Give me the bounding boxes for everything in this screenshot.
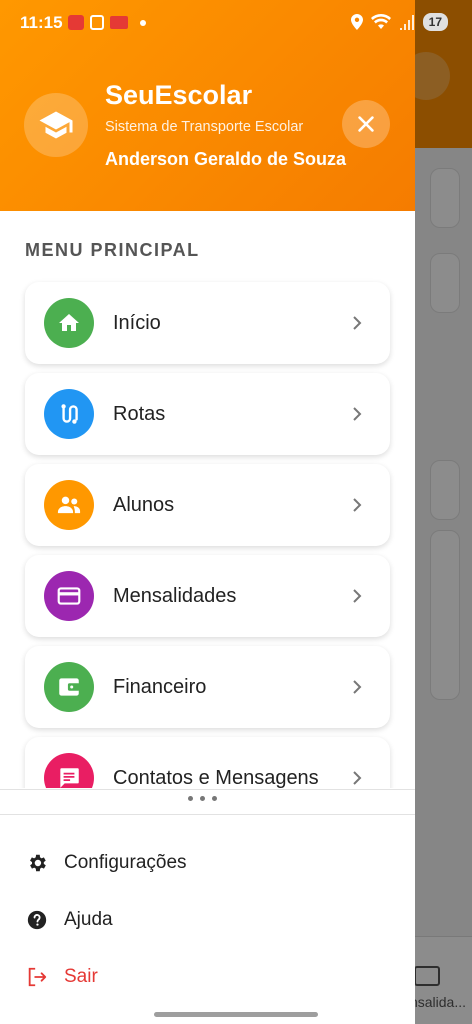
location-icon bbox=[350, 14, 363, 30]
menu-icon-circle bbox=[44, 753, 94, 788]
menu-item-rotas[interactable]: Rotas bbox=[25, 373, 390, 455]
menu-icon-circle bbox=[44, 298, 94, 348]
configuracoes-label: Configurações bbox=[64, 852, 187, 873]
menu-item-label: Alunos bbox=[113, 493, 175, 516]
more-dots-icon bbox=[188, 796, 217, 801]
ajuda-button[interactable]: Ajuda bbox=[25, 905, 113, 935]
route-icon bbox=[61, 404, 78, 424]
close-drawer-button[interactable] bbox=[342, 100, 390, 148]
robot-icon bbox=[90, 15, 104, 30]
logout-icon bbox=[25, 965, 49, 989]
camera-icon bbox=[110, 16, 128, 29]
signal-icon bbox=[399, 15, 414, 30]
chevron-right-icon bbox=[348, 678, 366, 696]
battery-indicator: 17 bbox=[422, 13, 448, 31]
menu-item-label: Rotas bbox=[113, 402, 166, 425]
sair-label: Sair bbox=[64, 966, 98, 987]
ajuda-label: Ajuda bbox=[64, 909, 113, 930]
status-time: 11:15 bbox=[20, 13, 63, 32]
chevron-right-icon bbox=[348, 587, 366, 605]
help-icon bbox=[25, 908, 49, 932]
app-notification-icon bbox=[68, 15, 84, 30]
user-name: Anderson Geraldo de Souza bbox=[105, 149, 347, 169]
menu-icon-circle bbox=[44, 571, 94, 621]
wifi-icon bbox=[370, 14, 391, 29]
graduation-cap-icon bbox=[39, 111, 73, 139]
menu-icon-circle bbox=[44, 662, 94, 712]
menu-item-label: Financeiro bbox=[113, 675, 207, 698]
section-title: MENU PRINCIPAL bbox=[25, 240, 200, 260]
menu-item-alunos[interactable]: Alunos bbox=[25, 464, 390, 546]
chevron-right-icon bbox=[348, 769, 366, 787]
gear-icon bbox=[25, 851, 49, 875]
home-indicator[interactable] bbox=[154, 1012, 318, 1017]
menu-item-label: Início bbox=[113, 311, 161, 334]
menu-list[interactable]: Início Rotas Alunos Mensalidades Finance… bbox=[0, 270, 415, 788]
chevron-right-icon bbox=[348, 405, 366, 423]
system-icons: 17 bbox=[350, 13, 448, 31]
people-icon bbox=[57, 496, 81, 514]
menu-item-financeiro[interactable]: Financeiro bbox=[25, 646, 390, 728]
menu-icon-circle bbox=[44, 389, 94, 439]
app-subtitle: Sistema de Transporte Escolar bbox=[105, 119, 304, 135]
menu-item-inicio[interactable]: Início bbox=[25, 282, 390, 364]
credit-card-icon bbox=[57, 587, 81, 605]
app-name: SeuEscolar bbox=[105, 80, 253, 110]
divider bbox=[0, 814, 415, 815]
chevron-right-icon bbox=[348, 314, 366, 332]
menu-icon-circle bbox=[44, 480, 94, 530]
divider bbox=[0, 789, 415, 790]
home-icon bbox=[59, 314, 79, 331]
sair-button[interactable]: Sair bbox=[25, 962, 98, 992]
notification-icons bbox=[68, 15, 146, 30]
menu-item-contatos-mensagens[interactable]: Contatos e Mensagens bbox=[25, 737, 390, 788]
navigation-drawer: SeuEscolar Sistema de Transporte Escolar… bbox=[0, 0, 415, 1024]
chevron-right-icon bbox=[348, 496, 366, 514]
menu-item-label: Mensalidades bbox=[113, 584, 237, 607]
menu-item-label: Contatos e Mensagens bbox=[113, 766, 319, 789]
more-notifications-dot-icon bbox=[140, 19, 146, 26]
app-logo bbox=[24, 93, 88, 157]
configuracoes-button[interactable]: Configurações bbox=[25, 848, 187, 878]
message-icon bbox=[60, 768, 79, 788]
close-icon bbox=[358, 116, 374, 132]
menu-item-mensalidades[interactable]: Mensalidades bbox=[25, 555, 390, 637]
status-bar: 11:15 17 bbox=[0, 0, 472, 46]
wallet-icon bbox=[59, 678, 80, 696]
